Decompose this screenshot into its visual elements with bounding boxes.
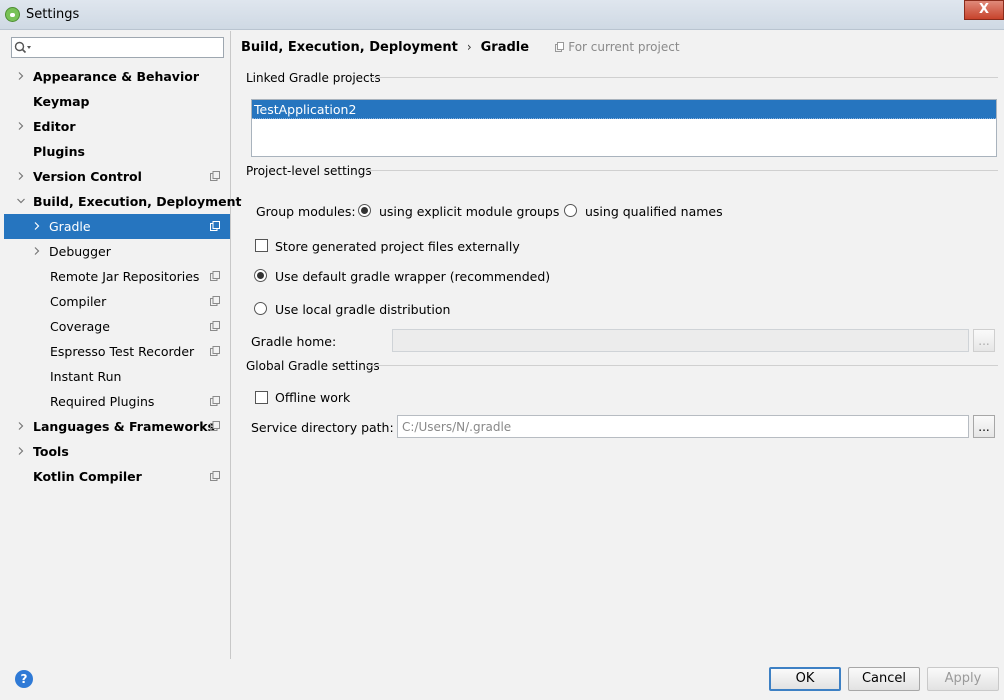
chevron-right-icon[interactable] [17,447,25,455]
search-icon [14,41,31,54]
service-dir-field[interactable] [397,415,969,438]
local-distribution-label[interactable]: Use local gradle distribution [275,302,450,317]
sidebar-item-build-execution-deployment[interactable]: Build, Execution, Deployment [4,189,241,214]
settings-tree: Appearance & Behavior Keymap Editor Plugins… [4,64,241,489]
project-scope-icon [210,471,220,481]
linked-projects-title: Linked Gradle projects [246,71,381,85]
group-modules-label: Group modules: [256,204,356,219]
help-icon[interactable]: ? [15,670,33,688]
chevron-right-icon[interactable] [33,222,41,230]
breadcrumb: Build, Execution, Deployment › Gradle For … [241,40,680,55]
radio-qualified-names[interactable] [564,204,577,217]
sidebar-item-label: Appearance & Behavior [33,69,199,84]
ok-button[interactable]: OK [769,667,841,691]
chevron-down-icon[interactable] [17,197,25,205]
sidebar-item-plugins[interactable]: Plugins [4,139,230,164]
apply-button[interactable]: Apply [927,667,999,691]
sidebar-item-debugger[interactable]: Debugger [4,239,230,264]
sidebar-item-gradle[interactable]: Gradle [4,214,230,239]
sidebar-item-label: Keymap [33,94,90,109]
title-bar: Settings X [0,0,1004,30]
sidebar-item-label: Tools [33,444,69,459]
project-scope-icon [210,321,220,331]
sidebar-item-espresso-test-recorder[interactable]: Espresso Test Recorder [4,339,230,364]
sidebar-item-instant-run[interactable]: Instant Run [4,364,230,389]
sidebar-item-label: Kotlin Compiler [33,469,142,484]
project-level-title: Project-level settings [246,164,372,178]
radio-default-wrapper[interactable] [254,269,267,282]
store-externally-label[interactable]: Store generated project files externally [275,239,520,254]
service-dir-browse-button[interactable]: ... [973,415,995,438]
offline-work-checkbox[interactable] [255,391,268,404]
project-scope-icon [210,221,220,231]
sidebar-item-label: Build, Execution, Deployment [33,194,242,209]
sidebar-item-appearance-behavior[interactable]: Appearance & Behavior [4,64,230,89]
gradle-home-field[interactable] [392,329,969,352]
sidebar-item-label: Instant Run [50,369,122,384]
project-scope-icon [210,396,220,406]
project-scope-icon [210,171,220,181]
breadcrumb-separator: › [466,40,472,54]
project-scope-icon [210,271,220,281]
sidebar-item-coverage[interactable]: Coverage [4,314,230,339]
sidebar-item-label: Compiler [50,294,107,309]
section-divider [364,170,998,171]
sidebar-item-label: Plugins [33,144,85,159]
gradle-home-label: Gradle home: [251,334,337,349]
sidebar-item-label: Version Control [33,169,142,184]
close-button[interactable]: X [964,0,1004,20]
sidebar-item-keymap[interactable]: Keymap [4,89,230,114]
gradle-settings-panel: Build, Execution, Deployment › Gradle For … [232,31,1004,659]
default-wrapper-label[interactable]: Use default gradle wrapper (recommended) [275,269,550,284]
gradle-home-browse-button[interactable]: ... [973,329,995,352]
breadcrumb-current: Gradle [480,40,530,55]
sidebar-item-remote-jar-repositories[interactable]: Remote Jar Repositories [4,264,230,289]
search-input[interactable] [34,39,220,56]
sidebar-item-compiler[interactable]: Compiler [4,289,230,314]
sidebar-item-label: Required Plugins [50,394,155,409]
project-scope-icon [210,421,220,431]
cancel-button[interactable]: Cancel [848,667,920,691]
sidebar-item-label: Espresso Test Recorder [50,344,195,359]
sidebar-item-required-plugins[interactable]: Required Plugins [4,389,230,414]
sidebar-item-label: Remote Jar Repositories [50,269,200,284]
radio-explicit-groups[interactable] [358,204,371,217]
offline-work-label[interactable]: Offline work [275,390,350,405]
search-box[interactable] [11,37,224,58]
settings-tree-panel: Appearance & Behavior Keymap Editor Plugins… [4,31,241,659]
qualified-names-label[interactable]: using qualified names [585,204,723,219]
radio-local-distribution[interactable] [254,302,267,315]
explicit-groups-label[interactable]: using explicit module groups [379,204,559,219]
linked-projects-list[interactable]: TestApplication2 [251,99,997,157]
window-title: Settings [26,7,80,22]
sidebar-item-editor[interactable]: Editor [4,114,230,139]
chevron-right-icon[interactable] [17,72,25,80]
chevron-right-icon[interactable] [17,422,25,430]
sidebar-item-label: Editor [33,119,76,134]
chevron-right-icon[interactable] [17,122,25,130]
chevron-right-icon[interactable] [17,172,25,180]
sidebar-item-kotlin-compiler[interactable]: Kotlin Compiler [4,464,230,489]
section-divider [370,77,998,78]
chevron-right-icon[interactable] [33,247,41,255]
section-divider [366,365,998,366]
sidebar-item-languages-frameworks[interactable]: Languages & Frameworks [4,414,230,439]
sidebar-item-version-control[interactable]: Version Control [4,164,230,189]
scope-label: For current project [555,40,680,54]
sidebar-item-label: Gradle [49,219,91,234]
project-scope-icon [555,42,565,52]
android-studio-icon [5,7,20,22]
project-scope-icon [210,346,220,356]
store-externally-checkbox[interactable] [255,239,268,252]
sidebar-item-tools[interactable]: Tools [4,439,230,464]
sidebar-item-label: Coverage [50,319,110,334]
linked-project-row[interactable]: TestApplication2 [252,100,996,119]
global-settings-title: Global Gradle settings [246,359,380,373]
service-dir-label: Service directory path: [251,420,394,435]
sidebar-item-label: Languages & Frameworks [33,419,215,434]
sidebar-item-label: Debugger [49,244,111,259]
project-scope-icon [210,296,220,306]
breadcrumb-parent[interactable]: Build, Execution, Deployment [241,40,458,55]
